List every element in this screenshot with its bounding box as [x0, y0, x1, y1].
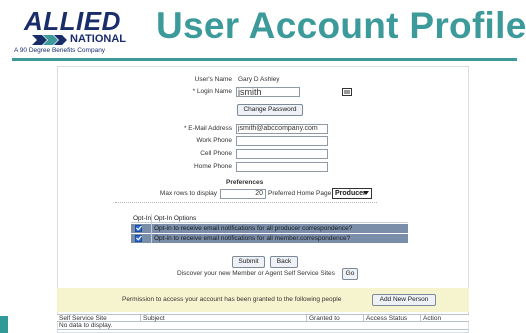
submit-button[interactable]: Submit — [232, 256, 265, 268]
home-page-select-value: Producer — [335, 190, 366, 197]
users-name-label: User's Name — [194, 76, 232, 83]
discover-text: Discover your new Member or Agent Self S… — [177, 270, 335, 277]
home-phone-label: Home Phone — [194, 163, 232, 170]
optin-member-label: Opt-in to receive email notifications fo… — [154, 235, 351, 242]
column-self-service-site: Self Service Site — [57, 315, 141, 322]
optin-table: Opt-In Opt-In Options Opt-in to receive … — [131, 214, 408, 244]
id-card-icon[interactable] — [342, 88, 352, 96]
chevron-arrows-icon — [32, 35, 67, 45]
work-phone-label: Work Phone — [196, 137, 232, 144]
column-action: Action — [423, 315, 442, 322]
email-field[interactable]: jsmith@abccompany.com — [236, 124, 328, 134]
optin-column-divider — [151, 214, 152, 243]
check-icon — [136, 235, 142, 241]
cell-phone-field[interactable] — [236, 149, 328, 159]
logo-subtext: NATIONAL — [70, 33, 127, 45]
optin-column-header: Opt-In — [133, 215, 152, 222]
preferences-heading: Preferences — [226, 179, 264, 186]
logo-tagline: A 90 Degree Benefits Company — [14, 47, 106, 54]
add-new-person-button[interactable]: Add New Person — [372, 294, 436, 306]
column-granted-to: Granted to — [307, 315, 364, 322]
login-name-input[interactable]: jsmith — [236, 87, 300, 97]
company-logo: ALLIED NATIONAL A 90 Degree Benefits Com… — [14, 6, 132, 56]
change-password-button[interactable]: Change Password — [237, 104, 303, 116]
email-label: * E-Mail Address — [183, 125, 232, 132]
max-rows-label: Max rows to display — [159, 190, 217, 197]
permission-text: Permission to access your account has be… — [122, 296, 342, 303]
header-divider — [12, 58, 517, 61]
home-page-label: Preferred Home Page — [268, 190, 332, 197]
go-button[interactable]: Go — [342, 268, 358, 280]
optin-options-column-header: Opt-In Options — [154, 215, 197, 222]
cell-phone-label: Cell Phone — [200, 150, 232, 157]
back-button[interactable]: Back — [270, 256, 298, 268]
column-access-status: Access Status — [364, 315, 421, 322]
side-accent-bar — [0, 316, 8, 333]
column-subject: Subject — [141, 315, 307, 322]
page-header: ALLIED NATIONAL A 90 Degree Benefits Com… — [0, 0, 526, 61]
permission-bar: Permission to access your account has be… — [57, 288, 469, 312]
page-title: User Account Profile — [156, 5, 526, 46]
optin-row: Opt-in to receive email notifications fo… — [131, 224, 408, 234]
max-rows-input[interactable]: 20 — [220, 189, 266, 199]
optin-row: Opt-in to receive email notifications fo… — [131, 234, 408, 244]
optin-producer-checkbox[interactable] — [135, 225, 142, 232]
work-phone-field[interactable] — [236, 136, 328, 146]
check-icon — [136, 225, 142, 231]
optin-member-checkbox[interactable] — [135, 235, 142, 242]
preferences-divider — [115, 202, 377, 203]
login-name-label: * Login Name — [192, 88, 232, 95]
chevron-down-icon — [363, 191, 369, 195]
access-table-header: Self Service Site Subject Granted to Acc… — [57, 314, 469, 322]
users-name-value: Gary D Ashley — [238, 76, 280, 83]
optin-table-header: Opt-In Opt-In Options — [131, 214, 408, 223]
optin-producer-label: Opt-in to receive email notifications fo… — [154, 225, 353, 232]
table-empty-message: No data to display. — [57, 322, 469, 330]
home-page-select[interactable]: Producer — [332, 188, 372, 199]
home-phone-field[interactable] — [236, 162, 328, 172]
